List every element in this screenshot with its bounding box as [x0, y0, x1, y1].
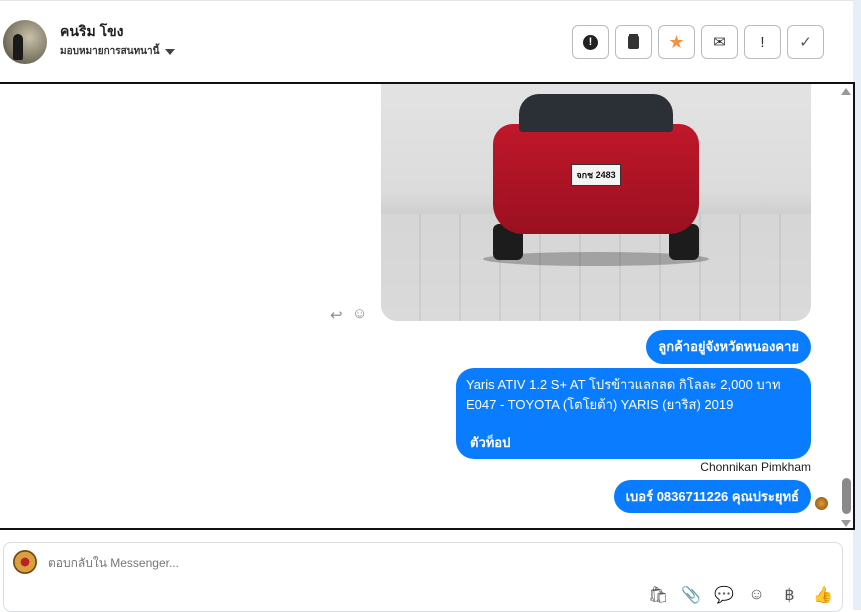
message-bubble: เบอร์ 0836711226 คุณประยุทธ์ [613, 480, 811, 513]
assign-conversation-dropdown[interactable]: มอบหมายการสนทนานี้ [60, 44, 176, 59]
car-photo-attachment[interactable]: จกช 2483 [381, 84, 811, 321]
done-button[interactable]: ✓ [787, 25, 824, 59]
message-line: Yaris ATIV 1.2 S+ AT โปรข้าวแลกลด กิโลละ… [466, 377, 781, 392]
envelope-icon: ✉ [713, 34, 726, 51]
message-bubble: ลูกค้าอยู่จังหวัดหนองคาย [646, 330, 811, 364]
message-line: E047 - TOYOTA (โตโยต้า) YARIS (ยาริส) 20… [466, 397, 734, 412]
scroll-down-arrow[interactable] [841, 520, 851, 527]
composer-tools: 🛍 📎 💬 ☺ ฿ 👍 [648, 585, 833, 605]
sender-name: Chonnikan Pimkham [700, 460, 811, 474]
alert-circle-icon: ! [583, 34, 598, 50]
saved-reply-icon[interactable]: 💬 [714, 585, 734, 605]
emoji-icon[interactable]: ☺ [747, 586, 766, 604]
mark-unread-button[interactable]: ✉ [701, 25, 738, 59]
reply-input[interactable] [48, 556, 648, 570]
reply-composer: 🛍 📎 💬 ☺ ฿ 👍 [3, 542, 843, 612]
attach-icon[interactable]: 📎 [681, 585, 701, 605]
license-plate: จกช 2483 [571, 164, 621, 186]
message-thread: จกช 2483 ↩ ☺ ลูกค้าอยู่จังหวัดหนองคาย Ya… [0, 82, 855, 530]
like-icon[interactable]: 👍 [813, 585, 833, 605]
read-receipt-avatar [815, 497, 828, 510]
star-icon: ★ [668, 31, 685, 52]
car-image: จกช 2483 [483, 84, 709, 266]
page-avatar [13, 550, 37, 574]
contact-name[interactable]: คนริม โขง [60, 21, 124, 43]
check-icon: ✓ [799, 34, 812, 51]
exclamation-icon: ! [760, 33, 765, 51]
shop-icon[interactable]: 🛍 [648, 585, 668, 605]
assign-label: มอบหมายการสนทนานี้ [60, 46, 160, 57]
react-emoji-icon[interactable]: ☺ [352, 305, 367, 322]
scrollbar-thumb[interactable] [842, 478, 851, 514]
top-divider [0, 0, 853, 3]
reply-icon[interactable]: ↩ [330, 306, 343, 324]
conversation-actions: ! ★ ✉ ! ✓ [572, 25, 824, 59]
spam-button[interactable]: ! [572, 25, 609, 59]
caret-down-icon [165, 48, 176, 55]
scroll-up-arrow[interactable] [841, 88, 851, 95]
message-line: ตัวท็อป [470, 435, 511, 450]
message-bubble: Yaris ATIV 1.2 S+ AT โปรข้าวแลกลด กิโลละ… [456, 368, 811, 459]
trash-icon [628, 35, 639, 49]
delete-button[interactable] [615, 25, 652, 59]
contact-avatar[interactable] [3, 20, 47, 64]
important-button[interactable]: ! [744, 25, 781, 59]
star-button[interactable]: ★ [658, 25, 695, 59]
baht-icon[interactable]: ฿ [780, 585, 799, 605]
